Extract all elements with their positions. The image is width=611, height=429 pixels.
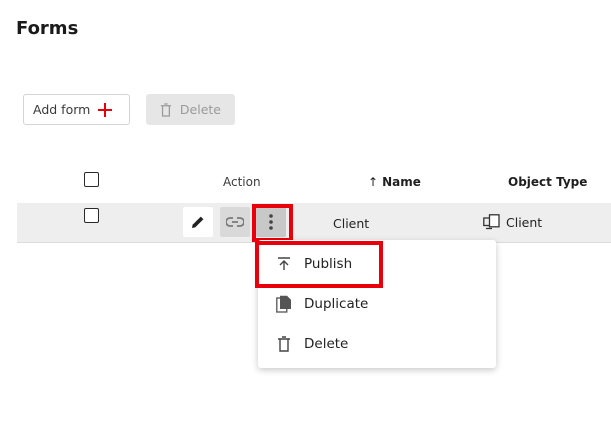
- column-header-name[interactable]: ↑ Name: [368, 175, 421, 189]
- publish-highlight: [255, 241, 383, 288]
- row-object-type: Client: [483, 214, 542, 230]
- row-name: Client: [333, 216, 370, 231]
- sort-asc-icon: ↑: [368, 175, 379, 189]
- more-actions-highlight: [252, 204, 293, 242]
- edit-button[interactable]: [183, 207, 213, 237]
- plus-icon: [98, 102, 113, 117]
- duplicate-icon: [274, 294, 294, 314]
- menu-item-delete[interactable]: Delete: [258, 325, 496, 363]
- link-icon: [226, 217, 244, 227]
- delete-button-label: Delete: [179, 102, 221, 117]
- row-object-type-label: Client: [506, 214, 543, 230]
- add-form-button[interactable]: Add form: [23, 94, 130, 125]
- menu-item-delete-label: Delete: [304, 336, 349, 352]
- column-header-action: Action: [223, 175, 261, 189]
- add-form-label: Add form: [33, 102, 91, 117]
- delete-button[interactable]: Delete: [146, 94, 235, 125]
- row-checkbox[interactable]: [84, 208, 99, 223]
- trash-icon: [274, 334, 294, 354]
- select-all-checkbox[interactable]: [84, 172, 99, 187]
- column-header-object-type[interactable]: Object Type: [508, 175, 587, 189]
- trash-icon: [160, 102, 172, 117]
- menu-item-duplicate[interactable]: Duplicate: [258, 285, 496, 323]
- column-header-name-label: Name: [382, 175, 421, 189]
- page-title: Forms: [16, 18, 79, 39]
- pencil-icon: [192, 216, 204, 228]
- menu-item-duplicate-label: Duplicate: [304, 296, 369, 312]
- link-button[interactable]: [220, 207, 250, 237]
- devices-icon: [483, 214, 500, 230]
